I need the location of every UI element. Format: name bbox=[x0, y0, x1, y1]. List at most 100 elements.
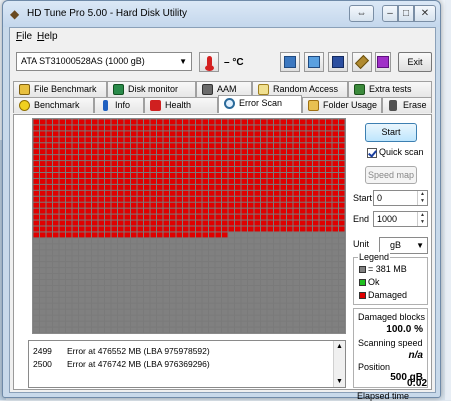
block-cell bbox=[287, 291, 293, 297]
block-cell bbox=[280, 280, 286, 285]
menu-file[interactable]: File bbox=[16, 31, 32, 42]
block-cell bbox=[183, 214, 189, 220]
block-cell bbox=[319, 297, 325, 303]
block-cell bbox=[59, 285, 65, 291]
block-cell bbox=[33, 173, 39, 178]
block-cell bbox=[332, 119, 338, 125]
block-cell bbox=[150, 280, 156, 285]
block-cell bbox=[163, 250, 169, 256]
block-cell bbox=[124, 220, 130, 226]
tab-health[interactable]: Health bbox=[144, 97, 218, 113]
block-cell bbox=[150, 262, 156, 268]
block-cell bbox=[306, 155, 312, 161]
block-cell bbox=[118, 321, 124, 327]
block-map-canvas bbox=[33, 119, 345, 333]
block-cell bbox=[326, 167, 332, 172]
block-cell bbox=[248, 226, 254, 232]
block-cell bbox=[170, 244, 176, 250]
tab-erase[interactable]: Erase bbox=[382, 97, 432, 113]
block-cell bbox=[235, 167, 241, 172]
block-cell bbox=[280, 262, 286, 268]
block-cell bbox=[196, 274, 202, 279]
options-button[interactable] bbox=[352, 52, 372, 72]
block-cell bbox=[105, 173, 111, 178]
block-cell bbox=[300, 214, 306, 220]
start-button[interactable]: Start bbox=[365, 123, 417, 142]
error-log-list[interactable]: 2499 Error at 476552 MB (LBA 975978592) 2… bbox=[28, 340, 346, 388]
block-cell bbox=[137, 285, 143, 291]
block-cell bbox=[163, 208, 169, 214]
block-cell bbox=[287, 238, 293, 244]
block-cell bbox=[40, 268, 46, 274]
tab-folder-usage[interactable]: Folder Usage bbox=[302, 97, 382, 113]
block-cell bbox=[215, 143, 221, 149]
block-cell bbox=[339, 125, 345, 131]
block-cell bbox=[98, 238, 104, 244]
block-cell bbox=[98, 184, 104, 190]
block-cell bbox=[196, 232, 202, 238]
save-button[interactable] bbox=[328, 52, 348, 72]
block-cell bbox=[300, 190, 306, 196]
speed-map-button[interactable]: Speed map bbox=[365, 166, 417, 184]
download-button[interactable] bbox=[375, 52, 391, 72]
minimize-button[interactable]: – bbox=[382, 5, 398, 22]
maximize-button[interactable]: □ bbox=[398, 5, 414, 22]
block-cell bbox=[40, 315, 46, 321]
drive-select[interactable]: ATA ST31000528AS (1000 gB) ▼ bbox=[16, 52, 192, 71]
log-scrollbar[interactable]: ▲ ▼ bbox=[333, 341, 345, 387]
end-input[interactable]: 1000 ▲ ▼ bbox=[373, 211, 428, 227]
block-cell bbox=[157, 161, 163, 167]
block-cell bbox=[235, 137, 241, 143]
scroll-up-arrow-icon[interactable]: ▲ bbox=[336, 343, 343, 350]
close-button[interactable]: ✕ bbox=[414, 5, 436, 22]
block-cell bbox=[98, 202, 104, 208]
block-cell bbox=[254, 173, 260, 178]
scroll-down-arrow-icon[interactable]: ▼ bbox=[336, 378, 343, 385]
block-cell bbox=[144, 220, 150, 226]
start-input[interactable]: 0 ▲ ▼ bbox=[373, 190, 428, 206]
block-cell bbox=[274, 280, 280, 285]
quick-scan-checkbox[interactable]: Quick scan bbox=[367, 147, 424, 158]
block-cell bbox=[183, 220, 189, 226]
restore-arrows-button[interactable]: ⇔ bbox=[349, 5, 374, 22]
block-cell bbox=[280, 285, 286, 291]
block-cell bbox=[92, 285, 98, 291]
block-cell bbox=[137, 291, 143, 297]
block-cell bbox=[319, 303, 325, 309]
tab-disk-monitor[interactable]: Disk monitor bbox=[107, 81, 196, 97]
checkbox-checked-icon[interactable] bbox=[367, 147, 377, 158]
block-cell bbox=[339, 232, 345, 238]
block-cell bbox=[189, 184, 195, 190]
block-cell bbox=[228, 285, 234, 291]
block-cell bbox=[287, 184, 293, 190]
copy-text-button[interactable] bbox=[304, 52, 324, 72]
block-cell bbox=[215, 262, 221, 268]
block-cell bbox=[105, 274, 111, 279]
tab-error-scan[interactable]: Error Scan bbox=[218, 95, 302, 113]
block-cell bbox=[111, 178, 117, 184]
block-cell bbox=[33, 268, 39, 274]
copy-info-button[interactable] bbox=[280, 52, 300, 72]
title-bar[interactable]: ◆ HD Tune Pro 5.00 - Hard Disk Utility ⇔… bbox=[3, 1, 440, 27]
tab-extra-tests[interactable]: Extra tests bbox=[348, 81, 432, 97]
block-cell bbox=[339, 238, 345, 244]
block-cell bbox=[72, 303, 78, 309]
block-cell bbox=[157, 256, 163, 262]
block-cell bbox=[189, 262, 195, 268]
spin-arrows-icon[interactable]: ▲ ▼ bbox=[417, 212, 427, 226]
block-cell bbox=[150, 125, 156, 131]
block-cell bbox=[79, 291, 85, 297]
exit-button[interactable]: Exit bbox=[398, 52, 432, 72]
block-cell bbox=[293, 202, 299, 208]
block-cell bbox=[254, 232, 260, 238]
block-cell bbox=[98, 285, 104, 291]
menu-help[interactable]: Help bbox=[37, 31, 58, 42]
block-cell bbox=[319, 155, 325, 161]
tab-file-benchmark[interactable]: File Benchmark bbox=[13, 81, 107, 97]
block-cell bbox=[111, 303, 117, 309]
block-cell bbox=[183, 309, 189, 315]
tab-info[interactable]: Info bbox=[94, 97, 144, 113]
tab-benchmark[interactable]: Benchmark bbox=[13, 97, 94, 113]
spin-arrows-icon[interactable]: ▲ ▼ bbox=[417, 191, 427, 205]
block-cell bbox=[261, 285, 267, 291]
